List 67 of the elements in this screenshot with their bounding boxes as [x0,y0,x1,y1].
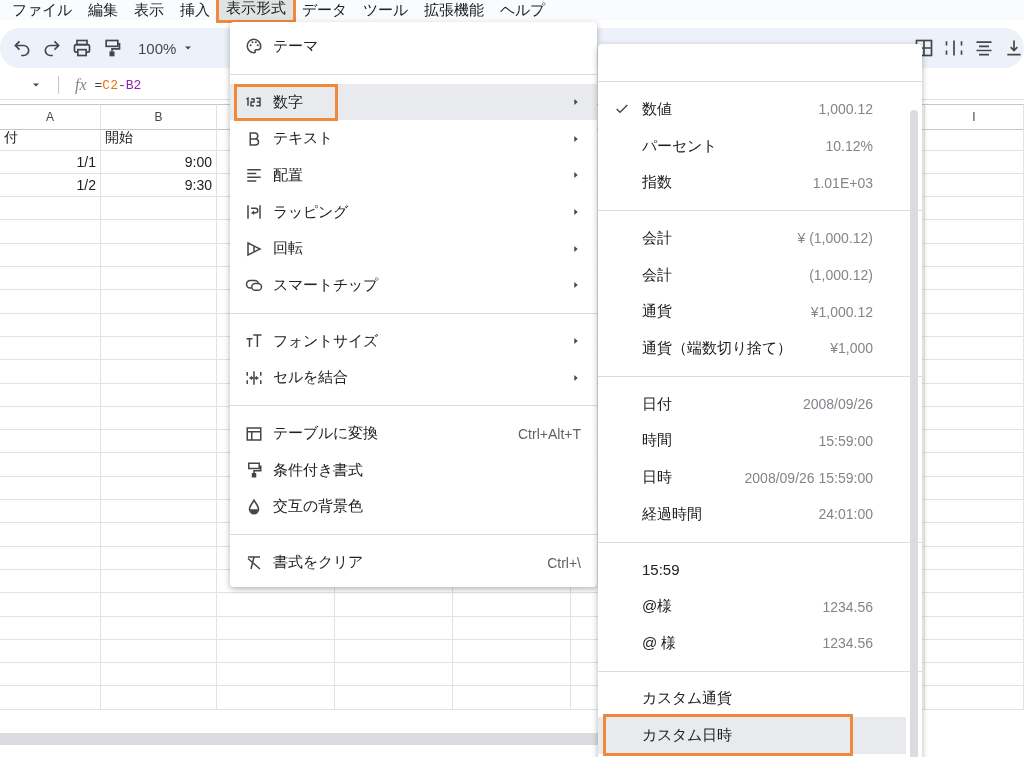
table-cell: 1/2 [0,173,101,198]
menu-item[interactable]: ヘルプ [492,0,553,20]
menu-item[interactable]: 会計 (1,000.12) [598,256,906,294]
menu-item[interactable]: 交互の背景色 [230,488,597,526]
merge-cells-icon[interactable] [944,38,964,58]
function-label: fx [75,76,87,94]
menu-item[interactable]: テキスト [230,120,597,158]
menu-item[interactable]: テーブルに変換 Ctrl+Alt+T [230,415,597,452]
print-icon[interactable] [72,38,92,58]
merge-cells-icon [245,368,263,387]
table-cell: 開始 [101,127,217,151]
table-cell: 付 [0,127,101,151]
menu-item[interactable]: 書式をクリア Ctrl+\ [230,544,597,581]
menu-item[interactable]: スマートチップ [230,267,597,304]
menu-item[interactable]: 条件付き書式 [230,451,597,489]
menu-item[interactable]: @様 1234.56 [598,588,906,625]
menu-item[interactable]: データ [294,0,355,20]
menu-item[interactable]: セルを結合 [230,359,597,397]
menu-item[interactable]: 表示形式 [218,0,294,21]
menu-item[interactable]: 15:59 [598,551,906,589]
table-cell: 9:30 [101,173,217,198]
menu-item[interactable]: 回転 [230,230,597,268]
menu-item[interactable]: 日付 2008/09/26 [598,385,906,423]
column-header[interactable]: I [925,104,1024,130]
menu-item[interactable]: 日時 2008/09/26 15:59:00 [598,459,906,496]
vertical-scrollbar[interactable] [910,110,918,757]
menu-item[interactable]: カスタム通貨 [598,680,906,718]
column-header[interactable]: A [0,104,101,130]
menu-item[interactable]: 通貨 ¥1,000.12 [598,293,906,331]
table-icon [245,424,263,443]
menu-item[interactable]: 表示 [126,0,172,20]
zoom-dropdown[interactable]: 100% [138,39,195,57]
vertical-align-bottom-icon[interactable] [1004,38,1024,58]
menu-item[interactable]: カスタム日時 [598,717,906,754]
menu-item[interactable]: 数字 [230,83,597,121]
menu-item[interactable]: ラッピング [230,193,597,231]
column-header[interactable]: B [101,104,217,130]
clear-format-icon [245,553,263,572]
menu-item[interactable]: 経過時間 24:01:00 [598,495,906,533]
menu-item[interactable]: テーマ [230,28,597,65]
table-cell: 9:00 [101,150,217,174]
menu-item[interactable]: ファイル [4,0,80,20]
align-left-icon [245,166,263,185]
menu-item[interactable]: 編集 [80,0,126,20]
menu-item[interactable]: @ 様 1234.56 [598,624,906,662]
formula-text[interactable]: =C2-B2 [94,77,142,93]
paint-roller-icon [245,461,263,480]
menu-item[interactable]: 拡張機能 [416,0,492,20]
menu-item[interactable]: フォントサイズ [230,322,597,360]
table-cell: 1/1 [0,150,101,174]
menu-item[interactable]: ツール [355,0,416,20]
menu-item[interactable]: 挿入 [172,0,218,20]
paint-format-icon[interactable] [102,38,122,58]
palette-icon [245,37,263,56]
menu-item[interactable]: 会計 ¥ (1,000.12) [598,220,906,257]
menu-item[interactable]: パーセント 10.12% [598,127,906,165]
menu-item[interactable]: 数値 1,000.12 [598,91,906,128]
menu-item[interactable]: 配置 [230,157,597,194]
horizontal-scrollbar[interactable] [0,733,598,745]
menu-item[interactable]: 時間 15:59:00 [598,422,906,460]
text-wrap-icon [245,203,263,222]
redo-icon[interactable] [42,38,62,58]
undo-icon[interactable] [12,38,32,58]
align-icon[interactable] [974,38,994,58]
text-rotation-icon [245,239,263,258]
menu-item[interactable]: 通貨（端数切り捨て） ¥1,000 [598,330,906,367]
menu-item[interactable]: 指数 1.01E+03 [598,164,906,202]
